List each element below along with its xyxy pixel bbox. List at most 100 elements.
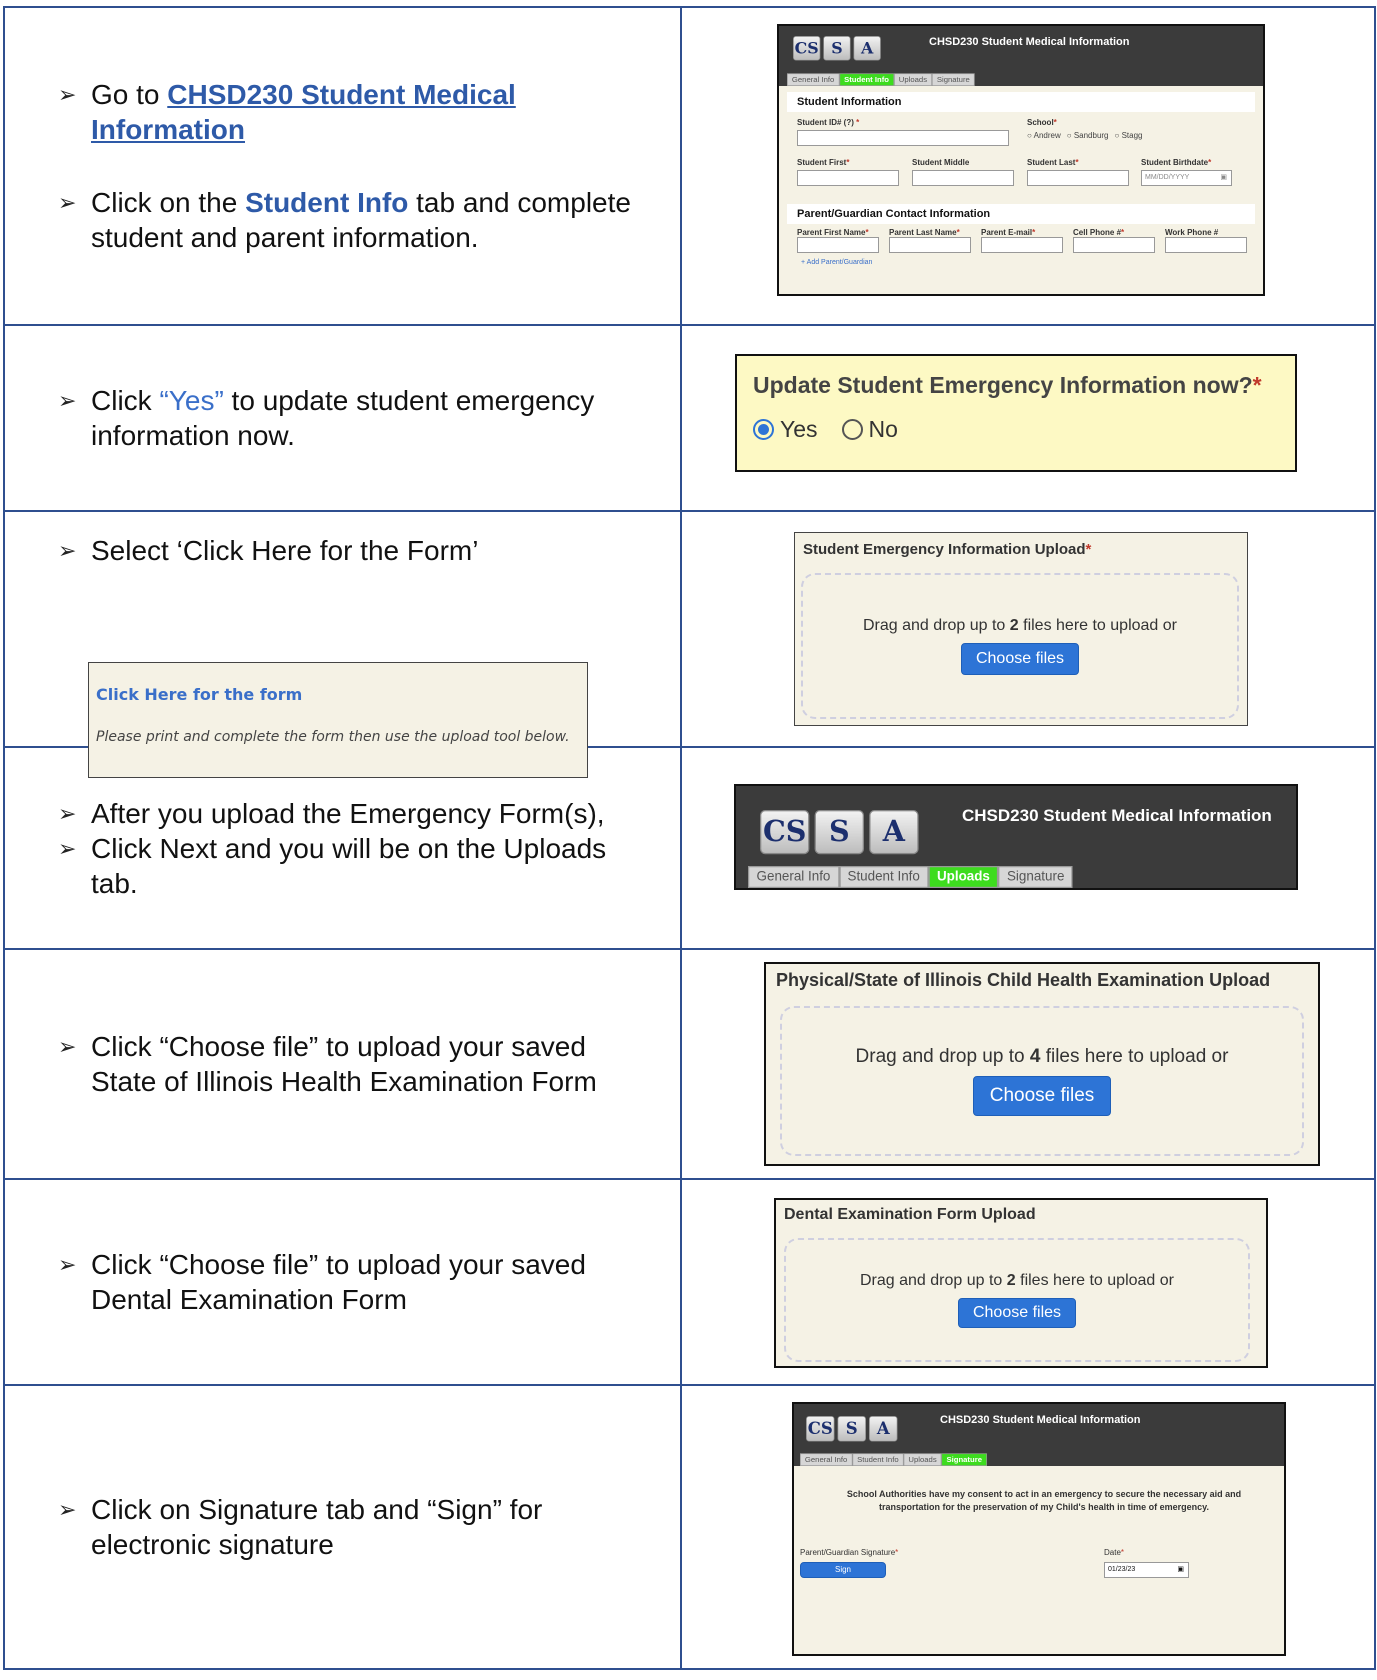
step-item: ➢ Select ‘Click Here for the Form’ xyxy=(58,533,640,568)
tab-uploads[interactable]: Uploads xyxy=(903,1453,942,1466)
drop-instructions: Drag and drop up to 4 files here to uplo… xyxy=(855,1046,1229,1067)
step-item: ➢ Click “Yes” to update student emergenc… xyxy=(58,383,640,453)
step-item: ➢ Click Next and you will be on the Uplo… xyxy=(58,831,640,901)
student-info-emphasis: Student Info xyxy=(245,187,409,218)
section-heading: Parent/Guardian Contact Information xyxy=(787,204,1255,224)
tab-signature[interactable]: Signature xyxy=(998,866,1073,888)
calendar-icon[interactable]: ▣ xyxy=(1220,171,1227,185)
s-logo-icon: S xyxy=(837,1416,866,1442)
radio-andrew[interactable]: ○ Andrew xyxy=(1027,131,1061,140)
upload-title: Student Emergency Information Upload* xyxy=(803,541,1092,558)
step-item: ➢ After you upload the Emergency Form(s)… xyxy=(58,796,640,831)
screenshot-cell: Update Student Emergency Information now… xyxy=(680,324,1376,512)
app-title: CHSD230 Student Medical Information xyxy=(940,1414,1141,1426)
school-radio-group: ○ Andrew ○ Sandburg ○ Stagg xyxy=(1027,131,1142,140)
radio-group: Yes No xyxy=(753,416,898,443)
file-dropzone[interactable]: Drag and drop up to 4 files here to uplo… xyxy=(780,1006,1304,1156)
field-label: Student Birthdate* xyxy=(1141,158,1212,167)
screenshot-cell: CS S A CHSD230 Student Medical Informati… xyxy=(680,1384,1376,1670)
calendar-icon[interactable]: ▣ xyxy=(1177,1563,1184,1577)
tab-general-info[interactable]: General Info xyxy=(748,866,839,888)
yes-emphasis: “Yes” xyxy=(159,385,224,416)
parent-first-input[interactable] xyxy=(797,237,879,253)
tab-general-info[interactable]: General Info xyxy=(787,73,840,86)
tab-uploads[interactable]: Uploads xyxy=(928,866,999,888)
arrow-bullet-icon: ➢ xyxy=(58,388,77,413)
no-label: No xyxy=(868,416,898,442)
radio-stagg[interactable]: ○ Stagg xyxy=(1115,131,1143,140)
tab-bar: General Info Student Info Uploads Signat… xyxy=(748,866,1073,888)
instruction-cell: ➢ Go to CHSD230 Student Medical Informat… xyxy=(3,6,682,326)
file-dropzone[interactable]: Drag and drop up to 2 files here to uplo… xyxy=(784,1238,1250,1362)
table-row: ➢ Click “Choose file” to upload your sav… xyxy=(3,1178,1376,1386)
step-item: ➢ Click “Choose file” to upload your sav… xyxy=(58,1247,640,1317)
click-here-link[interactable]: Click Here for the form xyxy=(96,685,302,704)
upload-title: Physical/State of Illinois Child Health … xyxy=(776,970,1271,990)
app-title: CHSD230 Student Medical Information xyxy=(962,806,1272,825)
step-text: Select ‘Click Here for the Form’ xyxy=(91,535,479,566)
yes-radio[interactable] xyxy=(753,419,774,440)
no-radio[interactable] xyxy=(841,419,863,440)
date-input[interactable]: 01/23/23 ▣ xyxy=(1104,1562,1189,1578)
birthdate-input[interactable]: MM/DD/YYYY ▣ xyxy=(1141,170,1232,186)
school-logos: CS S A xyxy=(793,36,881,61)
s-logo-icon: S xyxy=(823,36,851,61)
student-last-input[interactable] xyxy=(1027,170,1129,186)
add-parent-link[interactable]: + Add Parent/Guardian xyxy=(779,253,1263,266)
signature-screenshot: CS S A CHSD230 Student Medical Informati… xyxy=(792,1402,1286,1656)
screenshot-cell: CS S A CHSD230 Student Medical Informati… xyxy=(680,746,1376,950)
field-label: Student ID# (?) * xyxy=(797,118,860,127)
step-item: ➢ Go to CHSD230 Student Medical Informat… xyxy=(58,77,640,147)
table-row: ➢ Select ‘Click Here for the Form’ Click… xyxy=(3,510,1376,778)
tab-general-info[interactable]: General Info xyxy=(800,1453,853,1466)
instruction-cell: ➢ Click “Yes” to update student emergenc… xyxy=(3,324,682,512)
radio-sandburg[interactable]: ○ Sandburg xyxy=(1067,131,1109,140)
screenshot-cell: Dental Examination Form Upload Drag and … xyxy=(680,1178,1376,1386)
tab-student-info[interactable]: Student Info xyxy=(838,866,929,888)
choose-files-button[interactable]: Choose files xyxy=(957,1298,1077,1328)
tab-uploads[interactable]: Uploads xyxy=(893,73,932,86)
tab-bar: General Info Student Info Uploads Signat… xyxy=(800,1453,987,1466)
field-label: Student First* xyxy=(797,158,850,167)
app-header: CS S A CHSD230 Student Medical Informati… xyxy=(794,1404,1284,1466)
emergency-upload-screenshot: Student Emergency Information Upload* Dr… xyxy=(794,532,1248,726)
arrow-bullet-icon: ➢ xyxy=(58,835,77,861)
instructions-table: ➢ Go to CHSD230 Student Medical Informat… xyxy=(3,6,1376,1670)
cell-phone-input[interactable] xyxy=(1073,237,1155,253)
student-middle-input[interactable] xyxy=(912,170,1014,186)
choose-files-button[interactable]: Choose files xyxy=(960,643,1080,675)
drop-instructions: Drag and drop up to 2 files here to uplo… xyxy=(863,617,1177,634)
student-first-input[interactable] xyxy=(797,170,899,186)
choose-files-button[interactable]: Choose files xyxy=(972,1076,1112,1116)
parent-last-input[interactable] xyxy=(889,237,971,253)
tab-signature[interactable]: Signature xyxy=(931,73,975,86)
arrow-bullet-icon: ➢ xyxy=(58,1034,77,1059)
tab-student-info[interactable]: Student Info xyxy=(839,73,894,86)
screenshot-cell: Physical/State of Illinois Child Health … xyxy=(680,948,1376,1180)
student-id-input[interactable] xyxy=(797,130,1009,146)
file-dropzone[interactable]: Drag and drop up to 2 files here to uplo… xyxy=(801,573,1239,719)
drop-instructions: Drag and drop up to 2 files here to uplo… xyxy=(860,1272,1174,1289)
parent-field: Parent First Name* xyxy=(797,228,879,253)
instruction-cell: ➢ Click “Choose file” to upload your sav… xyxy=(3,948,682,1180)
step-item: ➢ Click “Choose file” to upload your sav… xyxy=(58,1029,640,1099)
table-row: ➢ Click “Choose file” to upload your sav… xyxy=(3,948,1376,1180)
table-row: ➢ Click on Signature tab and “Sign” for … xyxy=(3,1384,1376,1670)
tab-signature[interactable]: Signature xyxy=(941,1453,987,1466)
parent-email-input[interactable] xyxy=(981,237,1063,253)
tab-student-info[interactable]: Student Info xyxy=(852,1453,904,1466)
step-text: Click xyxy=(91,385,160,416)
sign-button[interactable]: Sign xyxy=(800,1562,886,1578)
arrow-bullet-icon: ➢ xyxy=(58,1497,77,1522)
instruction-cell: ➢ After you upload the Emergency Form(s)… xyxy=(3,746,682,950)
parent-field: Cell Phone #* xyxy=(1073,228,1155,253)
health-exam-upload-screenshot: Physical/State of Illinois Child Health … xyxy=(764,962,1320,1166)
uploads-tab-screenshot: CS S A CHSD230 Student Medical Informati… xyxy=(734,784,1298,890)
instruction-cell: ➢ Select ‘Click Here for the Form’ Click… xyxy=(3,510,682,778)
a-logo-icon: A xyxy=(869,1416,898,1442)
step-item: ➢ Click on Signature tab and “Sign” for … xyxy=(58,1492,640,1562)
cs-logo-icon: CS xyxy=(806,1416,835,1442)
s-logo-icon: S xyxy=(814,810,864,855)
step-text: Click Next and you will be on the Upload… xyxy=(91,832,607,899)
work-phone-input[interactable] xyxy=(1165,237,1247,253)
